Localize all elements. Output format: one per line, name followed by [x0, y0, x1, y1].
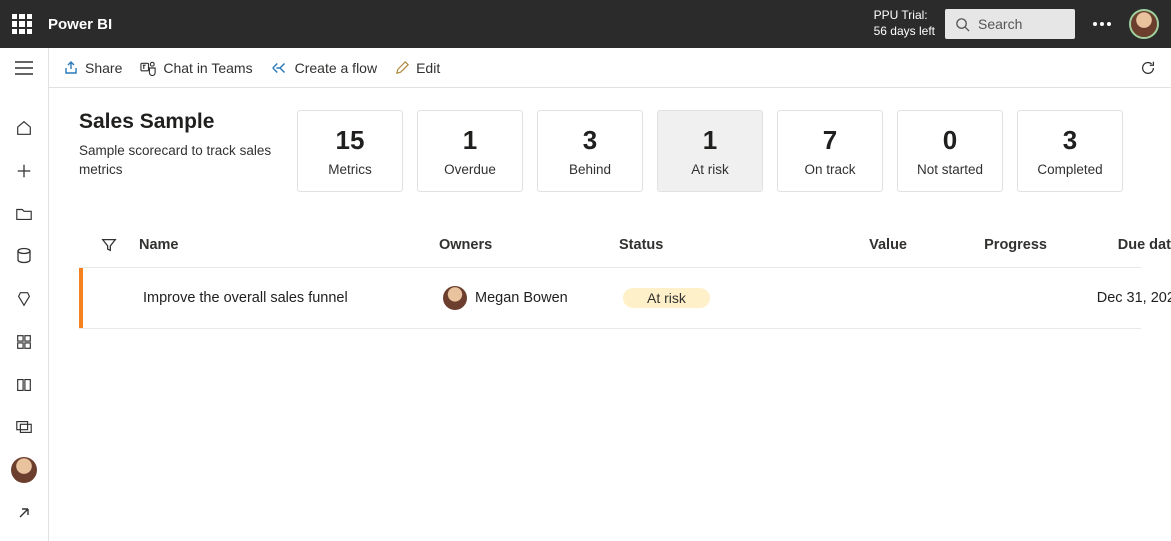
- more-options-icon[interactable]: [1093, 22, 1111, 26]
- col-value[interactable]: Value: [779, 237, 919, 253]
- share-button[interactable]: Share: [63, 60, 122, 76]
- data-hub-icon[interactable]: [0, 242, 49, 271]
- status-badge: At risk: [623, 288, 710, 308]
- teams-icon: [140, 60, 157, 76]
- filter-button[interactable]: [79, 236, 139, 254]
- global-header: Power BI PPU Trial: 56 days left Search: [0, 0, 1171, 48]
- main-content: Sales Sample Sample scorecard to track s…: [49, 88, 1171, 541]
- cell-name: Improve the overall sales funnel: [143, 290, 443, 306]
- flow-icon: [271, 61, 289, 75]
- metrics-table: Name Owners Status Value Progress Due da…: [79, 222, 1141, 329]
- col-due-date[interactable]: Due date: [1059, 237, 1171, 253]
- cell-status: At risk: [623, 288, 783, 308]
- brand-label: Power BI: [48, 16, 112, 33]
- page-toolbar: Share Chat in Teams Create a flow Edit: [49, 48, 1171, 88]
- scorecard-subtitle: Sample scorecard to track sales metrics: [79, 142, 279, 180]
- card-completed[interactable]: 3 Completed: [1017, 110, 1123, 192]
- table-row[interactable]: Improve the overall sales funnel Megan B…: [79, 268, 1141, 328]
- trial-line-2: 56 days left: [874, 24, 935, 40]
- metrics-icon[interactable]: [0, 285, 49, 314]
- left-navigation: [0, 48, 49, 541]
- scorecard-title: Sales Sample: [79, 110, 279, 134]
- search-input[interactable]: Search: [945, 9, 1075, 39]
- card-not-started[interactable]: 0 Not started: [897, 110, 1003, 192]
- card-behind[interactable]: 3 Behind: [537, 110, 643, 192]
- cell-due-date: Dec 31, 2023: [1063, 290, 1171, 306]
- card-at-risk[interactable]: 1 At risk: [657, 110, 763, 192]
- owner-avatar: [443, 286, 467, 310]
- user-avatar[interactable]: [1129, 9, 1159, 39]
- card-metrics[interactable]: 15 Metrics: [297, 110, 403, 192]
- scorecard-title-block: Sales Sample Sample scorecard to track s…: [79, 110, 279, 180]
- search-placeholder: Search: [978, 16, 1022, 32]
- create-icon[interactable]: [0, 157, 49, 186]
- scorecard-overview: Sales Sample Sample scorecard to track s…: [79, 110, 1141, 192]
- summary-cards: 15 Metrics 1 Overdue 3 Behind 1 At risk …: [297, 110, 1123, 192]
- app-launcher-icon[interactable]: [12, 14, 32, 34]
- card-on-track[interactable]: 7 On track: [777, 110, 883, 192]
- create-flow-button[interactable]: Create a flow: [271, 60, 377, 76]
- refresh-icon: [1139, 59, 1157, 77]
- card-overdue[interactable]: 1 Overdue: [417, 110, 523, 192]
- workspaces-icon[interactable]: [0, 413, 49, 442]
- col-owners[interactable]: Owners: [439, 237, 619, 253]
- apps-icon[interactable]: [0, 328, 49, 357]
- filter-icon: [100, 236, 118, 254]
- cell-owner: Megan Bowen: [443, 286, 623, 310]
- refresh-button[interactable]: [1139, 59, 1157, 77]
- col-progress[interactable]: Progress: [919, 237, 1059, 253]
- col-status[interactable]: Status: [619, 237, 779, 253]
- edit-button[interactable]: Edit: [395, 60, 440, 76]
- table-header: Name Owners Status Value Progress Due da…: [79, 222, 1141, 268]
- pencil-icon: [395, 60, 410, 75]
- learn-icon[interactable]: [0, 370, 49, 399]
- trial-status[interactable]: PPU Trial: 56 days left: [874, 8, 935, 39]
- trial-line-1: PPU Trial:: [874, 8, 935, 24]
- home-icon[interactable]: [0, 114, 49, 143]
- workspace-avatar[interactable]: [0, 456, 49, 485]
- col-name[interactable]: Name: [139, 237, 439, 253]
- expand-icon[interactable]: [0, 498, 49, 527]
- search-icon: [955, 17, 970, 32]
- chat-teams-button[interactable]: Chat in Teams: [140, 60, 252, 76]
- hamburger-icon[interactable]: [0, 54, 49, 83]
- browse-icon[interactable]: [0, 199, 49, 228]
- share-icon: [63, 60, 79, 76]
